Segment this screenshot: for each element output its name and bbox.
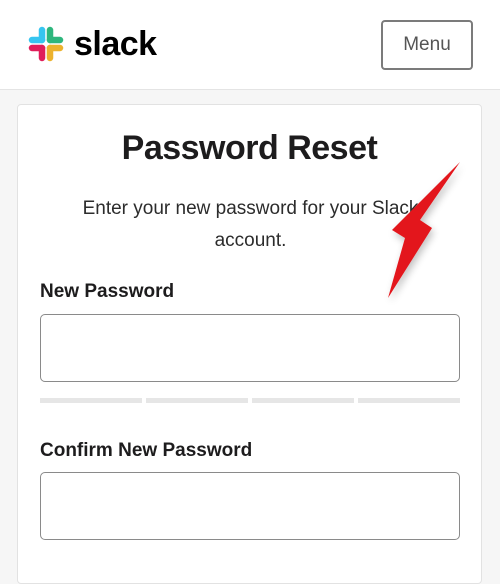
red-pointer-arrow-icon	[370, 150, 470, 315]
confirm-password-label: Confirm New Password	[40, 440, 253, 461]
slack-logo[interactable]: slack	[26, 24, 157, 64]
confirm-password-input[interactable]	[40, 472, 460, 540]
top-navigation-bar: slack Menu	[0, 0, 500, 90]
strength-segment	[146, 398, 248, 403]
strength-segment	[358, 398, 460, 403]
new-password-input[interactable]	[40, 314, 460, 382]
menu-button[interactable]: Menu	[381, 20, 473, 70]
new-password-label: New Password	[40, 281, 175, 302]
strength-segment	[40, 398, 142, 403]
strength-segment	[252, 398, 354, 403]
slack-wordmark: slack	[74, 25, 157, 63]
slack-hash-icon	[26, 24, 66, 64]
password-strength-meter	[40, 398, 460, 403]
